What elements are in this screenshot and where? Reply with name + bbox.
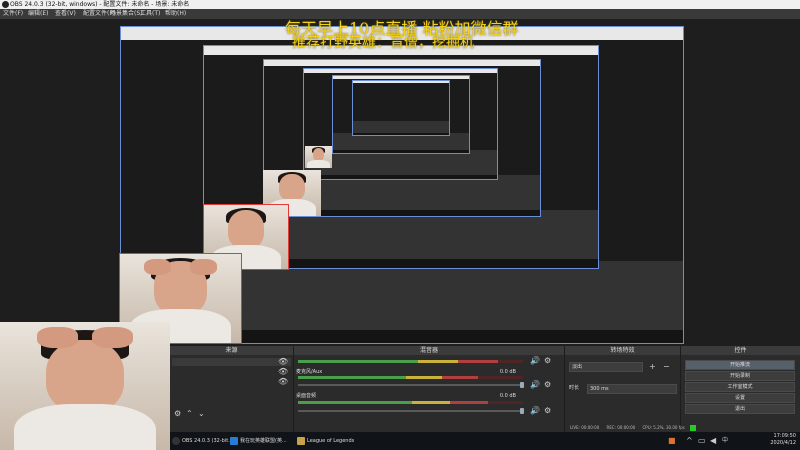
eye-icon[interactable]: 👁	[278, 368, 288, 376]
league-icon	[297, 436, 305, 445]
duration-input[interactable]: 300 ms	[587, 384, 677, 394]
start-recording-button[interactable]: 开始录制	[685, 371, 795, 381]
speaker-icon[interactable]: 🔊	[530, 381, 540, 389]
window-titlebar: OBS 24.0.3 (32-bit, windows) - 配置文件: 未命名…	[0, 0, 800, 9]
mixer-channel-db: 0.0 dB	[499, 369, 516, 375]
gear-icon[interactable]: ⚙	[174, 410, 181, 418]
mixer-channel-db: 0.0 dB	[499, 393, 516, 399]
clock-time: 17:09:50	[773, 433, 796, 439]
exit-button[interactable]: 退出	[685, 404, 795, 414]
taskbar-item-obs[interactable]: OBS 24.0.3 (32-bit...	[172, 434, 233, 448]
level-meter	[298, 376, 478, 379]
preview-canvas[interactable]: 每天早上10点直播 粘粉加微信群 推荐打野英雄：盲僧，挖掘机	[0, 19, 800, 346]
menu-edit[interactable]: 编辑(E)	[28, 9, 48, 19]
menu-scene-collection[interactable]: 场景集合(S)	[110, 9, 143, 19]
chevron-up-icon[interactable]: ⌃	[186, 410, 193, 418]
sources-dock: 来源 👁 👁 👁 ⚙ ⌃ ⌄	[170, 346, 294, 432]
app-icon	[230, 436, 238, 445]
gear-icon[interactable]: ⚙	[544, 407, 551, 415]
taskbar-item-stream[interactable]: 我在玩英雄联盟(英...	[230, 434, 287, 448]
eye-icon[interactable]: 👁	[278, 378, 288, 386]
studio-mode-button[interactable]: 工作室模式	[685, 382, 795, 392]
obs-logo-icon	[2, 1, 9, 8]
chevron-up-icon[interactable]: ^	[686, 437, 693, 445]
menu-tools[interactable]: 工具(T)	[140, 9, 160, 19]
volume-slider-handle[interactable]	[520, 408, 524, 414]
gear-icon[interactable]: ⚙	[544, 357, 551, 365]
mixer-dock: 混音器 🔊 ⚙ 麦克风/Aux 0.0 dB 🔊 ⚙ 桌面音频 0.0 dB 🔊…	[294, 346, 565, 432]
speaker-icon[interactable]: 🔊	[530, 357, 540, 365]
clock-date: 2020/4/12	[770, 440, 796, 446]
transitions-dock: 转场特效 淡出 + − 时长 300 ms	[565, 346, 681, 432]
volume-slider-handle[interactable]	[520, 382, 524, 388]
status-cpu: CPU: 5.2%, 30.00 fps	[642, 425, 685, 430]
mixer-channel-name: 桌面音频	[296, 393, 317, 399]
recursive-frame	[352, 80, 450, 136]
speaker-icon[interactable]: 🔊	[530, 407, 540, 415]
eye-icon[interactable]: 👁	[278, 358, 288, 366]
taskbar-item-label: 我在玩英雄联盟(英...	[240, 438, 287, 444]
start-streaming-button[interactable]: 开始推流	[685, 360, 795, 370]
controls-title: 控件	[681, 346, 800, 355]
volume-slider[interactable]	[298, 384, 523, 386]
level-meter	[298, 401, 488, 404]
controls-dock: 控件 开始推流 开始录制 工作室模式 设置 退出	[681, 346, 800, 432]
ime-icon[interactable]: 中	[722, 437, 728, 445]
mixer-title: 混音器	[294, 346, 564, 355]
menu-view[interactable]: 查看(V)	[55, 9, 76, 19]
tray-icon[interactable]: ■	[668, 437, 676, 445]
source-row[interactable]	[172, 368, 291, 376]
level-meter	[298, 360, 498, 363]
status-live: LIVE: 00:00:00	[570, 425, 600, 430]
duration-label: 时长	[569, 385, 580, 391]
status-indicator-icon	[690, 425, 697, 431]
obs-icon	[172, 436, 180, 445]
status-bar: LIVE: 00:00:00 REC: 00:00:00 CPU: 5.2%, …	[570, 424, 800, 432]
menu-file[interactable]: 文件(F)	[3, 9, 23, 19]
settings-button[interactable]: 设置	[685, 393, 795, 403]
minus-icon[interactable]: −	[663, 363, 670, 371]
taskbar-item-label: OBS 24.0.3 (32-bit...	[182, 438, 233, 444]
overlay-text-recommend: 推荐打野英雄：盲僧，挖掘机	[292, 35, 474, 51]
plus-icon[interactable]: +	[649, 363, 656, 371]
taskbar-clock[interactable]: 17:09:50 2020/4/12	[770, 433, 796, 447]
source-row[interactable]	[172, 358, 291, 366]
network-icon[interactable]: ▭	[698, 437, 706, 445]
transitions-title: 转场特效	[565, 346, 680, 355]
volume-icon[interactable]: ◀	[710, 437, 716, 445]
sources-title: 来源	[170, 346, 293, 355]
taskbar-item-label: League of Legends	[307, 438, 355, 444]
menu-bar: 文件(F) 编辑(E) 查看(V) 配置文件(P) 场景集合(S) 工具(T) …	[0, 9, 800, 19]
gear-icon[interactable]: ⚙	[544, 381, 551, 389]
webcam-tile	[305, 146, 332, 168]
status-rec: REC: 00:00:00	[606, 425, 636, 430]
taskbar-item-league[interactable]: League of Legends	[297, 434, 354, 448]
webcam-source[interactable]	[0, 322, 170, 450]
menu-help[interactable]: 帮助(H)	[165, 9, 186, 19]
mixer-channel-name: 麦克风/Aux	[296, 369, 323, 375]
chevron-down-icon[interactable]: ⌄	[198, 410, 205, 418]
source-row[interactable]	[172, 378, 291, 386]
transition-select[interactable]: 淡出	[569, 362, 643, 372]
window-title: OBS 24.0.3 (32-bit, windows) - 配置文件: 未命名…	[10, 1, 190, 8]
mixer-channel-desktop: 桌面音频 0.0 dB	[296, 392, 562, 400]
mixer-channel-mic: 麦克风/Aux 0.0 dB	[296, 368, 562, 376]
volume-slider[interactable]	[298, 410, 523, 412]
